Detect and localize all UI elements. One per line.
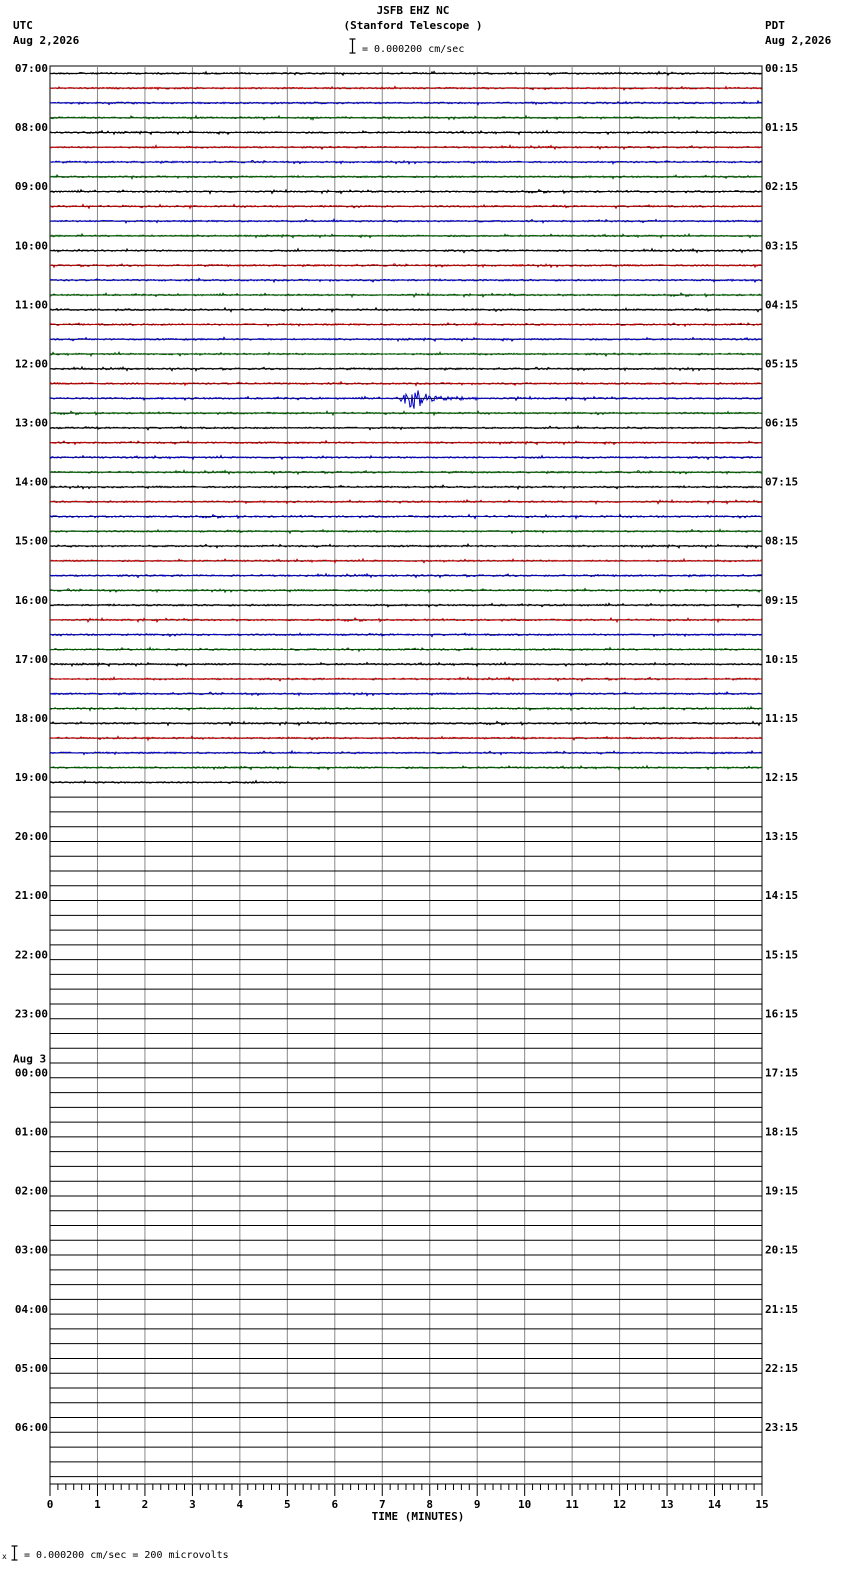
- pdt-hour-label: 20:15: [765, 1244, 798, 1257]
- utc-hour-label: 20:00: [15, 830, 48, 843]
- trace-signal: [49, 513, 763, 520]
- trace-signal: [49, 247, 762, 254]
- pdt-hour-label: 18:15: [765, 1126, 798, 1139]
- trace-signal: [49, 602, 763, 609]
- utc-hour-label: 13:00: [15, 417, 48, 430]
- pdt-hour-label: 11:15: [765, 712, 798, 725]
- x-tick-label: 4: [237, 1498, 244, 1511]
- utc-hour-label: 15:00: [15, 535, 48, 548]
- trace-signal: [49, 203, 762, 210]
- utc-hour-label: 22:00: [15, 948, 48, 961]
- trace-signal: [49, 646, 763, 653]
- pdt-hour-label: 13:15: [765, 830, 798, 843]
- trace-signal: [49, 498, 763, 506]
- trace-signal: [49, 114, 763, 121]
- trace-signal: [49, 720, 763, 727]
- trace-signal: [49, 557, 763, 564]
- utc-hour-label: 09:00: [15, 180, 48, 193]
- utc-hour-label: 10:00: [15, 239, 48, 252]
- utc-hour-label: 18:00: [15, 712, 48, 725]
- utc-hour-label: 19:00: [15, 771, 48, 784]
- x-axis-label: TIME (MINUTES): [371, 1510, 465, 1523]
- trace-signal: [49, 469, 763, 476]
- utc-hour-label: 11:00: [15, 298, 48, 311]
- x-tick-label: 11: [566, 1498, 580, 1511]
- trace-signal: [49, 380, 763, 387]
- x-tick-label: 0: [47, 1498, 54, 1511]
- utc-hour-label: 06:00: [15, 1421, 48, 1434]
- utc-hour-label: 23:00: [15, 1007, 48, 1020]
- x-tick-label: 12: [613, 1498, 626, 1511]
- utc-hour-label: 05:00: [15, 1362, 48, 1375]
- pdt-hour-label: 02:15: [765, 180, 798, 193]
- trace-signal: [49, 99, 763, 106]
- x-tick-label: 5: [284, 1498, 291, 1511]
- x-tick-label: 2: [142, 1498, 149, 1511]
- trace-signal: [49, 587, 762, 594]
- utc-hour-label: 04:00: [15, 1303, 48, 1316]
- trace-signal: [49, 705, 763, 712]
- pdt-hour-label: 16:15: [765, 1007, 798, 1020]
- pdt-hour-label: 14:15: [765, 889, 798, 902]
- x-tick-label: 14: [708, 1498, 722, 1511]
- pdt-hour-label: 23:15: [765, 1421, 798, 1434]
- pdt-hour-label: 15:15: [765, 948, 798, 961]
- footer-marker: x: [2, 1552, 7, 1561]
- footer-scale-note: = 0.000200 cm/sec = 200 microvolts: [24, 1550, 229, 1561]
- trace-signal: [49, 454, 763, 461]
- trace-signal: [49, 70, 763, 77]
- trace-signal: [49, 350, 763, 358]
- pdt-hour-label: 06:15: [765, 417, 798, 430]
- trace-signal: [49, 735, 763, 742]
- utc-hour-label: 08:00: [15, 121, 48, 134]
- utc-hour-label: 21:00: [15, 889, 48, 902]
- pdt-hour-label: 09:15: [765, 594, 798, 607]
- trace-signal: [49, 159, 762, 166]
- pdt-hour-label: 00:15: [765, 62, 798, 75]
- utc-hour-label: 02:00: [15, 1185, 48, 1198]
- pdt-hour-label: 19:15: [765, 1185, 798, 1198]
- trace-signal: [49, 390, 763, 409]
- trace-signal: [49, 424, 763, 431]
- pdt-hour-label: 04:15: [765, 298, 798, 311]
- utc-hour-label: 01:00: [15, 1126, 48, 1139]
- pdt-hour-label: 05:15: [765, 357, 798, 370]
- pdt-hour-label: 12:15: [765, 771, 798, 784]
- x-tick-label: 10: [518, 1498, 531, 1511]
- utc-hour-label: 17:00: [15, 653, 48, 666]
- pdt-hour-label: 08:15: [765, 535, 798, 548]
- pdt-hour-label: 01:15: [765, 121, 798, 134]
- date-change-label: Aug 3: [13, 1052, 46, 1065]
- trace-signal: [49, 410, 763, 417]
- utc-hour-label: 07:00: [15, 62, 48, 75]
- trace-signal: [49, 144, 763, 151]
- pdt-hour-label: 10:15: [765, 653, 798, 666]
- utc-hour-label: 16:00: [15, 594, 48, 607]
- pdt-hour-label: 22:15: [765, 1362, 798, 1375]
- x-tick-label: 15: [755, 1498, 768, 1511]
- utc-hour-label: 03:00: [15, 1244, 48, 1257]
- trace-signal: [49, 232, 763, 240]
- pdt-hour-label: 17:15: [765, 1066, 798, 1079]
- pdt-hour-label: 07:15: [765, 476, 798, 489]
- trace-signal: [49, 321, 763, 328]
- trace-signal: [49, 277, 763, 284]
- trace-signal: [49, 173, 763, 181]
- pdt-hour-label: 21:15: [765, 1303, 798, 1316]
- utc-hour-label: 14:00: [15, 476, 48, 489]
- x-tick-label: 13: [660, 1498, 673, 1511]
- helicorder-plot: 07:00 08:00 09:00 10:00 11:00 12:00 13:00 14:00…: [13, 62, 798, 1511]
- plot-frame: [49, 65, 763, 1485]
- x-tick-label: 1: [94, 1498, 101, 1511]
- x-tick-label: 3: [189, 1498, 196, 1511]
- trace-signal: [49, 306, 763, 314]
- utc-hour-label: 00:00: [15, 1066, 48, 1079]
- utc-hour-label: 12:00: [15, 357, 48, 370]
- pdt-hour-label: 03:15: [765, 239, 798, 252]
- footer-scale-bar-icon: [11, 1545, 18, 1561]
